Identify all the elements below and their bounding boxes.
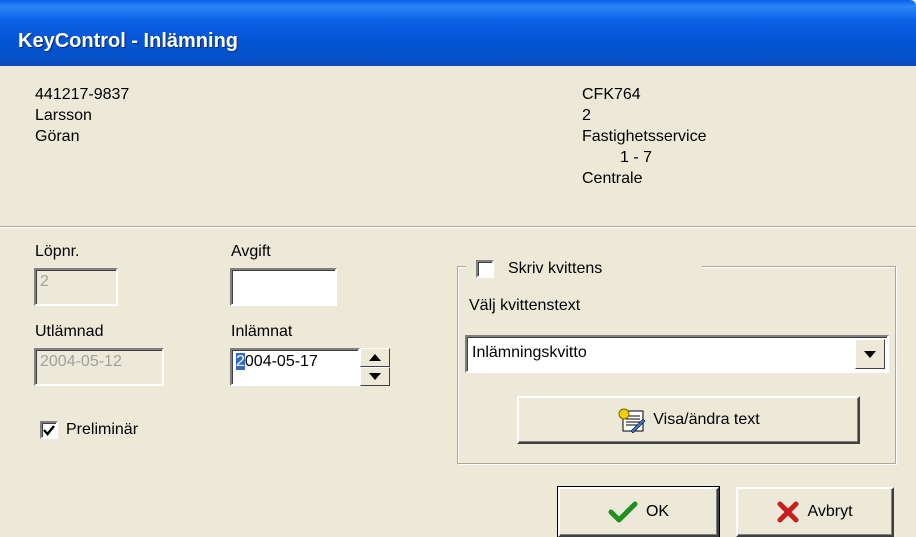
preliminar-label: Preliminär	[66, 421, 139, 438]
utlamnad-field[interactable]: 2004-05-12	[34, 348, 164, 386]
ok-button[interactable]: OK	[557, 486, 720, 537]
inlamnat-spinner[interactable]	[360, 348, 390, 387]
key-department: Fastighetsservice	[582, 128, 707, 145]
dropdown-button[interactable]	[855, 339, 885, 369]
utlamnad-label: Utlämnad	[35, 323, 104, 340]
preliminar-checkbox[interactable]	[40, 421, 58, 439]
info-panel: 441217-9837 Larsson Göran CFK764 2 Fasti…	[0, 66, 916, 226]
person-id: 441217-9837	[35, 86, 130, 103]
lopnr-field[interactable]: 2	[34, 268, 118, 306]
avgift-label: Avgift	[231, 243, 271, 260]
person-first-name: Göran	[35, 128, 80, 145]
close-icon	[777, 501, 799, 523]
key-code: CFK764	[582, 86, 641, 103]
title-bar[interactable]: KeyControl - Inlämning	[0, 0, 916, 66]
arrow-up-icon	[369, 354, 381, 361]
person-info: 441217-9837 Larsson Göran	[35, 84, 129, 147]
receipt-text-value: Inlämningskvitto	[472, 344, 587, 361]
receipt-groupbox-legend: Skriv kvittens	[466, 257, 702, 281]
receipt-text-label: Välj kvittenstext	[469, 297, 581, 314]
key-info: CFK764 2 Fastighetsservice 1 - 7 Central…	[582, 84, 707, 189]
print-receipt-checkbox[interactable]	[476, 260, 494, 278]
lopnr-label: Löpnr.	[35, 243, 80, 260]
spin-up-button[interactable]	[360, 348, 390, 367]
dialog-window: KeyControl - Inlämning 441217-9837 Larss…	[0, 0, 916, 537]
inlamnat-selected-char: 2	[236, 353, 245, 370]
checkmark-icon	[608, 501, 638, 523]
key-count: 2	[582, 107, 591, 124]
key-location: Centrale	[582, 170, 643, 187]
cancel-label: Avbryt	[807, 503, 853, 520]
spin-down-button[interactable]	[360, 367, 390, 386]
print-receipt-label: Skriv kvittens	[508, 260, 603, 277]
cancel-button[interactable]: Avbryt	[736, 487, 894, 537]
checkmark-icon	[43, 424, 55, 436]
edit-document-icon	[618, 408, 646, 433]
inlamnat-date-field[interactable]: 2004-05-17	[230, 348, 360, 386]
window-title: KeyControl - Inlämning	[18, 30, 238, 52]
key-range: 1 - 7	[620, 149, 653, 166]
chevron-down-icon	[864, 350, 876, 358]
avgift-field[interactable]	[230, 268, 337, 306]
inlamnat-rest: 004-05-17	[244, 353, 318, 370]
person-last-name: Larsson	[35, 107, 92, 124]
ok-label: OK	[645, 503, 670, 520]
receipt-text-select[interactable]: Inlämningskvitto	[465, 335, 889, 373]
separator	[0, 226, 916, 228]
edit-text-label: Visa/ändra text	[653, 411, 760, 428]
inlamnat-label: Inlämnat	[231, 323, 293, 340]
arrow-down-icon	[369, 373, 381, 380]
edit-text-button[interactable]: Visa/ändra text	[517, 396, 860, 444]
